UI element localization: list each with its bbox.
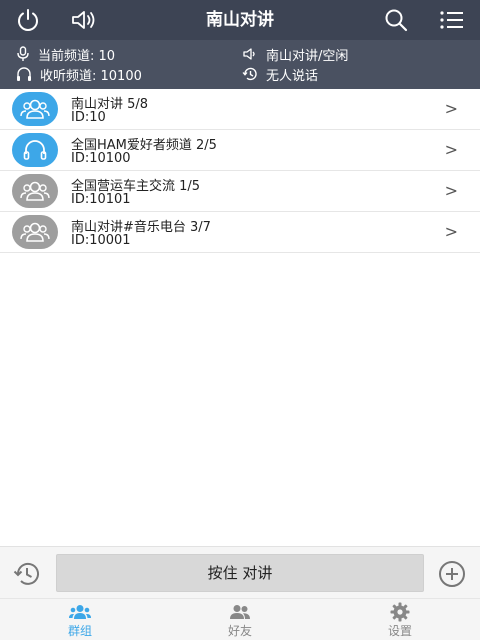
channel-state-row: 南山对讲/空闲 — [242, 45, 349, 64]
plus-circle-icon — [439, 561, 465, 587]
tab-groups[interactable]: 群组 — [40, 599, 120, 640]
group-item[interactable]: 全国营运车主交流 1/5 ID:10101 > — [0, 171, 480, 212]
power-button[interactable] — [12, 4, 44, 36]
menu-list-icon — [440, 11, 463, 29]
speaker-button[interactable] — [68, 4, 100, 36]
group-id: ID:10001 — [71, 233, 131, 248]
group-avatar — [12, 174, 58, 208]
chevron-right-icon: > — [444, 222, 458, 241]
speaker-state-text: 无人说话 — [266, 68, 319, 84]
group-icon — [20, 181, 50, 201]
bottom-nav: 群组 好友 设置 — [0, 598, 480, 640]
history-icon — [242, 67, 257, 81]
power-icon — [18, 9, 38, 31]
current-channel-text: 当前频道: 10 — [38, 48, 116, 64]
gear-icon — [388, 602, 412, 622]
friends-tab-icon — [228, 603, 252, 621]
chevron-right-icon: > — [444, 140, 458, 159]
top-bar: 南山对讲 — [0, 0, 480, 40]
search-icon — [385, 9, 408, 32]
push-to-talk-button[interactable]: 按住 对讲 — [56, 554, 424, 592]
speaker-icon — [72, 11, 95, 29]
history-icon — [13, 562, 39, 585]
group-item[interactable]: 南山对讲 5/8 ID:10 > — [0, 89, 480, 130]
chevron-right-icon: > — [444, 181, 458, 200]
group-id: ID:10101 — [71, 192, 131, 207]
group-icon — [20, 222, 50, 242]
tab-friends[interactable]: 好友 — [200, 599, 280, 640]
current-channel-row: 当前频道: 10 — [16, 45, 116, 64]
group-id: ID:10 — [71, 110, 106, 125]
menu-button[interactable] — [436, 4, 468, 36]
add-button[interactable] — [437, 559, 467, 589]
group-id: ID:10100 — [71, 151, 131, 166]
listen-channel-row: 收听频道: 10100 — [16, 65, 142, 84]
group-item[interactable]: 全国HAM爱好者频道 2/5 ID:10100 > — [0, 130, 480, 171]
history-button[interactable] — [12, 559, 42, 589]
tab-friends-label: 好友 — [227, 624, 252, 638]
group-avatar — [12, 215, 58, 249]
group-avatar — [12, 133, 58, 167]
search-button[interactable] — [380, 4, 412, 36]
ptt-bar: 按住 对讲 — [0, 546, 480, 598]
tab-settings[interactable]: 设置 — [360, 599, 440, 640]
group-avatar — [12, 92, 58, 126]
headphones-icon — [23, 140, 47, 160]
speaker-state-row: 无人说话 — [242, 65, 319, 84]
status-panel: 当前频道: 10 收听频道: 10100 南山对讲/空闲 无人说话 — [0, 40, 480, 89]
group-item[interactable]: 南山对讲#音乐电台 3/7 ID:10001 > — [0, 212, 480, 253]
group-list: 南山对讲 5/8 ID:10 > 全国HAM爱好者频道 2/5 ID:10100… — [0, 89, 480, 253]
listen-channel-text: 收听频道: 10100 — [40, 68, 142, 84]
tab-groups-label: 群组 — [67, 624, 92, 638]
group-icon — [20, 99, 50, 119]
channel-state-text: 南山对讲/空闲 — [266, 48, 349, 64]
headphones-icon — [17, 67, 31, 81]
chevron-right-icon: > — [444, 99, 458, 118]
volume-icon — [243, 48, 255, 60]
group-tab-icon — [68, 603, 92, 621]
tab-settings-label: 设置 — [387, 624, 412, 638]
microphone-icon — [17, 46, 29, 61]
